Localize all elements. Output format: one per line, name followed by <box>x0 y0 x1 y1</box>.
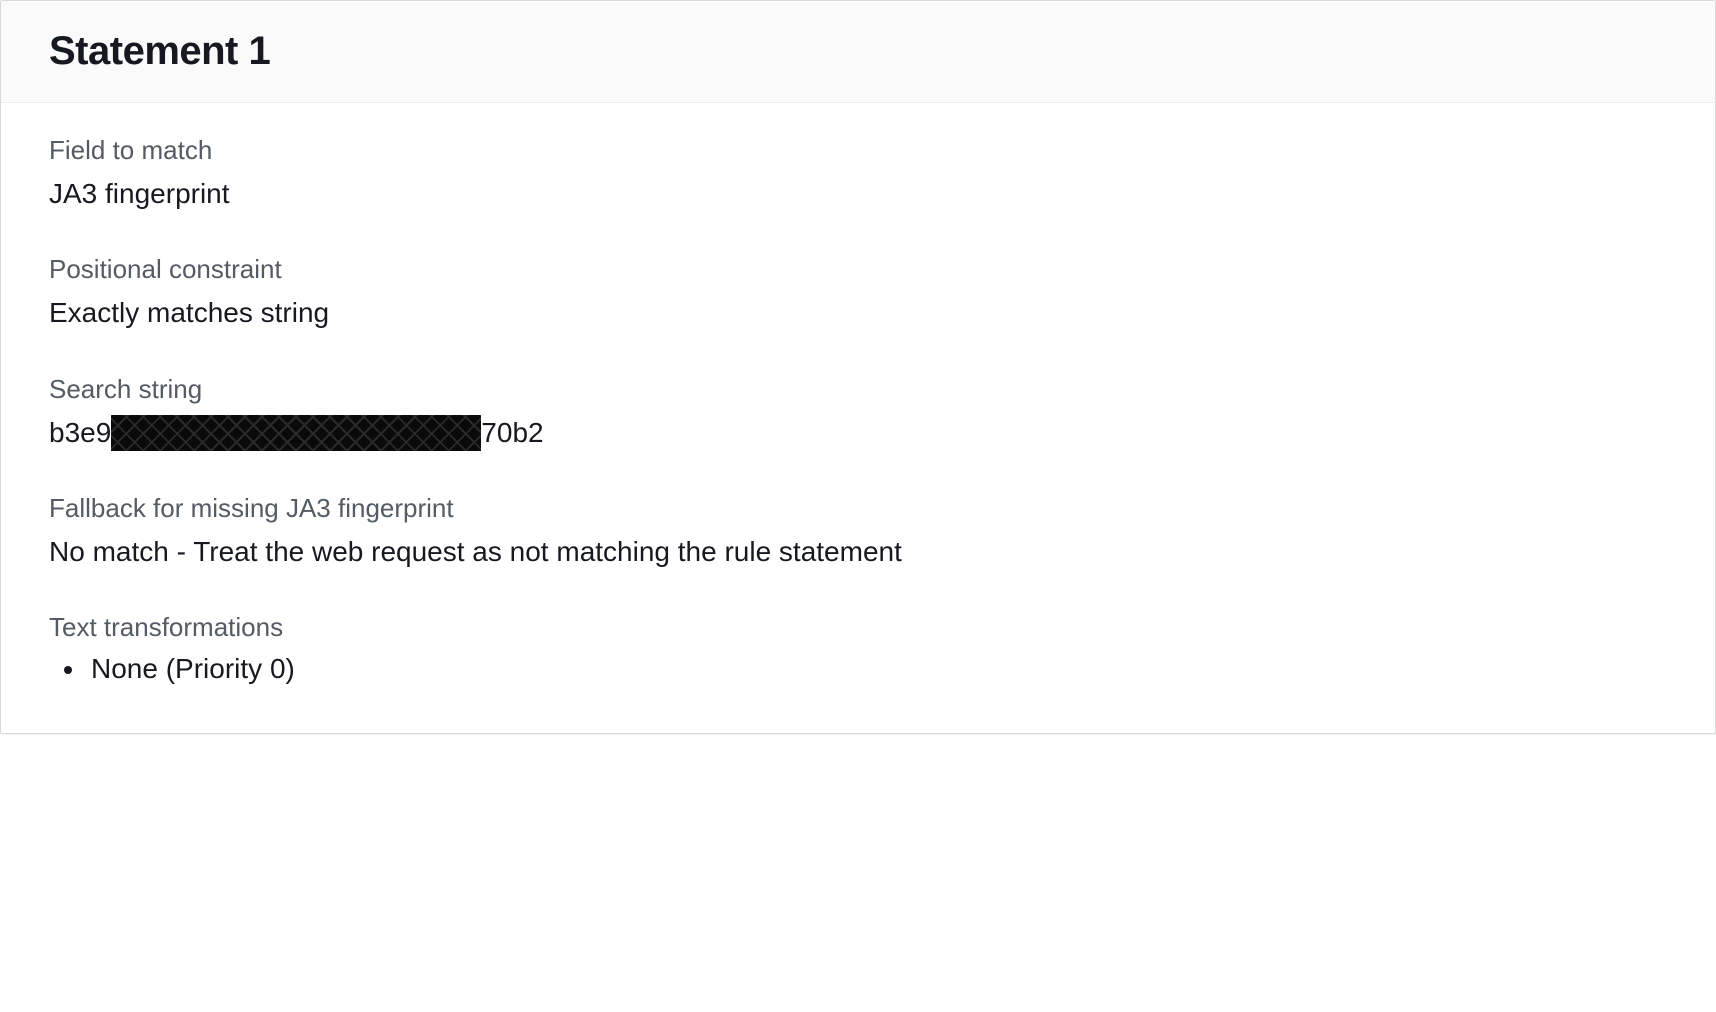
fallback-label: Fallback for missing JA3 fingerprint <box>49 493 1667 524</box>
positional-constraint-label: Positional constraint <box>49 254 1667 285</box>
search-string-suffix: 70b2 <box>481 419 543 447</box>
fallback-group: Fallback for missing JA3 fingerprint No … <box>49 493 1667 570</box>
redacted-icon <box>111 415 481 451</box>
text-transformations-label: Text transformations <box>49 612 1667 643</box>
search-string-label: Search string <box>49 374 1667 405</box>
list-item: None (Priority 0) <box>87 653 1667 685</box>
search-string-value: b3e9 70b2 <box>49 415 1667 451</box>
card-body: Field to match JA3 fingerprint Positiona… <box>1 103 1715 733</box>
fallback-value: No match - Treat the web request as not … <box>49 534 1667 570</box>
text-transformations-group: Text transformations None (Priority 0) <box>49 612 1667 685</box>
positional-constraint-group: Positional constraint Exactly matches st… <box>49 254 1667 331</box>
statement-card: Statement 1 Field to match JA3 fingerpri… <box>0 0 1716 734</box>
search-string-group: Search string b3e9 70b2 <box>49 374 1667 451</box>
field-to-match-label: Field to match <box>49 135 1667 166</box>
positional-constraint-value: Exactly matches string <box>49 295 1667 331</box>
statement-title: Statement 1 <box>49 29 1667 74</box>
text-transformations-list: None (Priority 0) <box>49 653 1667 685</box>
card-header: Statement 1 <box>1 1 1715 103</box>
search-string-prefix: b3e9 <box>49 419 111 447</box>
field-to-match-value: JA3 fingerprint <box>49 176 1667 212</box>
field-to-match-group: Field to match JA3 fingerprint <box>49 135 1667 212</box>
